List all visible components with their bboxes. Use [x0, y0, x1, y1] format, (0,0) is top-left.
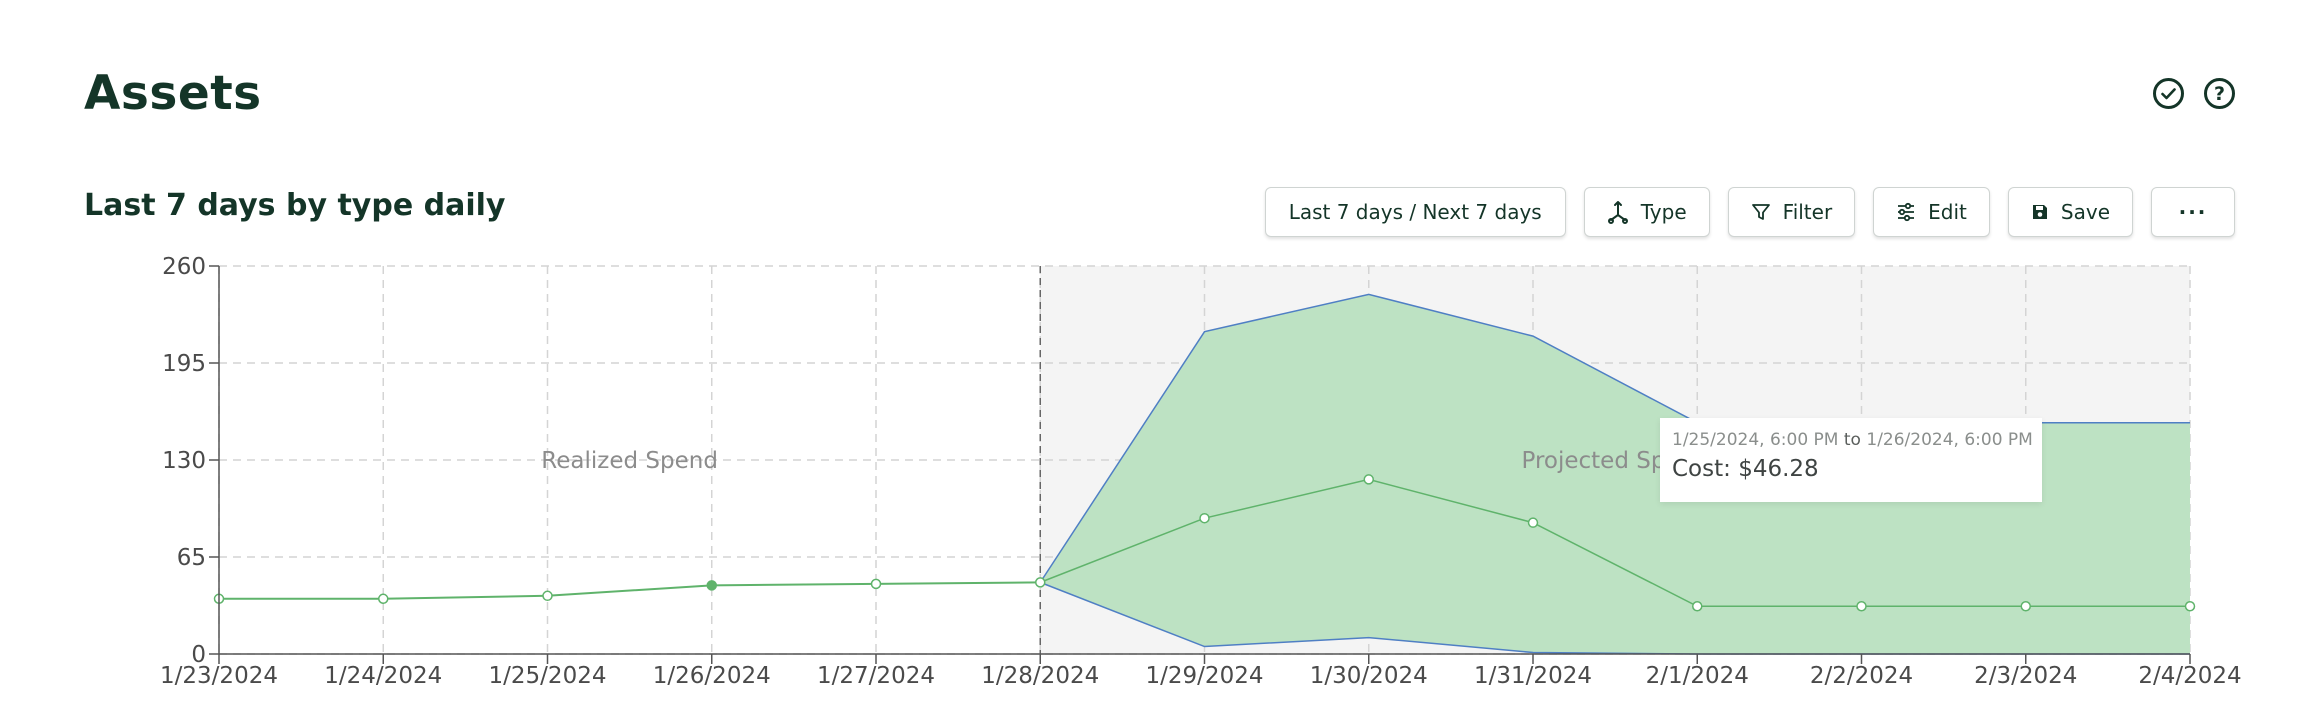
projected-point — [2184, 600, 2196, 612]
projected-point — [1363, 474, 1374, 485]
tooltip-cost-label: Cost: — [1672, 456, 1731, 482]
y-tick-label: 65 — [177, 545, 206, 571]
y-tick-label: 130 — [162, 448, 206, 474]
x-tick-label: 1/30/2024 — [1310, 663, 1428, 689]
tooltip-range-sep: to — [1843, 430, 1861, 450]
realized-point — [1035, 577, 1046, 588]
realized-point — [378, 593, 389, 605]
x-tick-label: 1/24/2024 — [324, 663, 442, 689]
projected-point — [1527, 517, 1539, 528]
y-tick-label: 195 — [162, 351, 206, 377]
realized-line — [219, 581, 1041, 600]
tooltip-cost-value: $46.28 — [1738, 456, 1819, 482]
cost-chart: Realized Spend Projected Spend06513019526… — [160, 254, 2242, 689]
chart-tooltip: 1/25/2024, 6:00 PM to 1/26/2024, 6:00 PM… — [1660, 418, 2042, 502]
x-tick-label: 1/27/2024 — [817, 663, 935, 689]
x-tick-label: 2/4/2024 — [2138, 663, 2241, 689]
tooltip-range-end: 1/26/2024, 6:00 PM — [1866, 430, 2033, 450]
x-tick-label: 1/25/2024 — [489, 663, 607, 689]
x-tick-label: 2/1/2024 — [1646, 663, 1749, 689]
x-tick-label: 1/23/2024 — [160, 663, 278, 689]
x-tick-label: 2/3/2024 — [1974, 663, 2077, 689]
projected-point — [1856, 600, 1867, 612]
realized-point — [870, 578, 882, 590]
projected-point — [1199, 512, 1210, 524]
x-tick-label: 2/2/2024 — [1810, 663, 1913, 689]
x-tick-label: 1/31/2024 — [1474, 663, 1592, 689]
tooltip-range: 1/25/2024, 6:00 PM to 1/26/2024, 6:00 PM — [1672, 430, 2033, 450]
projected-point — [1692, 600, 1703, 612]
realized-spend-label: Realized Spend — [541, 448, 718, 474]
x-tick-label: 1/26/2024 — [653, 663, 771, 689]
realized-point — [706, 580, 717, 591]
x-tick-label: 1/28/2024 — [981, 663, 1099, 689]
y-tick-label: 260 — [162, 254, 206, 280]
tooltip-range-start: 1/25/2024, 6:00 PM — [1672, 430, 1839, 450]
projected-point — [2020, 600, 2031, 612]
realized-point — [542, 590, 553, 602]
tooltip-cost: Cost: $46.28 — [1672, 456, 2030, 482]
x-tick-label: 1/29/2024 — [1146, 663, 1264, 689]
